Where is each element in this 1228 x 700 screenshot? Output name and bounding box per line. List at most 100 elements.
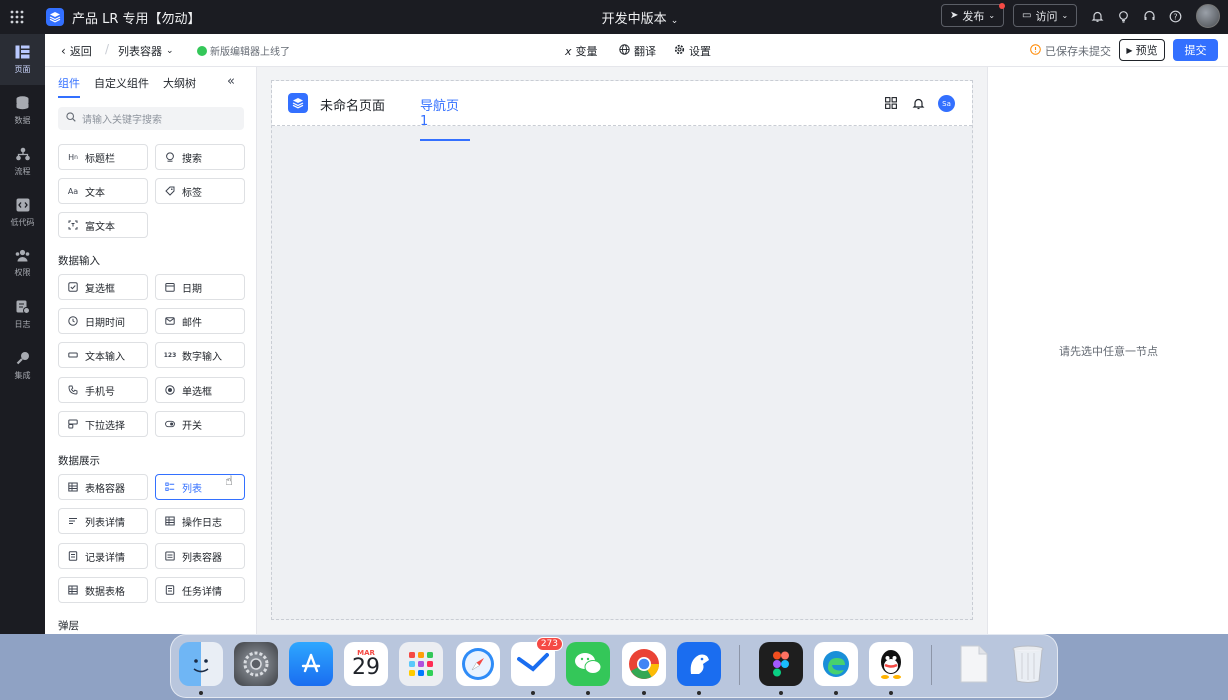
- trash-icon[interactable]: [1006, 642, 1050, 686]
- left-rail: 页面 数据 流程 低代码 权限 日志 集成: [0, 34, 45, 634]
- component-label: 标题栏: [85, 153, 115, 165]
- component-phone[interactable]: 手机号: [58, 377, 148, 403]
- chrome-icon[interactable]: [622, 642, 666, 686]
- apps-grid-icon[interactable]: [883, 95, 899, 111]
- app-store-icon[interactable]: [289, 642, 333, 686]
- component-list-container[interactable]: 列表容器: [155, 543, 245, 569]
- edge-icon[interactable]: [814, 642, 858, 686]
- qq-icon[interactable]: [869, 642, 913, 686]
- component-record-detail[interactable]: 记录详情: [58, 543, 148, 569]
- finder-icon[interactable]: [179, 642, 223, 686]
- task-icon: [165, 585, 175, 595]
- rail-item-integration[interactable]: 集成: [0, 340, 45, 391]
- component-tag[interactable]: 标签: [155, 178, 245, 204]
- select-icon: [68, 419, 78, 429]
- component-radio[interactable]: 单选框: [155, 377, 245, 403]
- app-logo-icon: [46, 8, 64, 26]
- component-panel: 组件 自定义组件 大纲树 « 请输入关键字搜索 Hn 标题栏 搜索 Aa 文本: [45, 67, 257, 634]
- launchpad-icon[interactable]: [399, 642, 443, 686]
- variable-button[interactable]: x 变量: [565, 43, 598, 59]
- tab-components[interactable]: 组件: [58, 75, 80, 98]
- rail-item-permission[interactable]: 权限: [0, 238, 45, 289]
- component-label: 复选框: [85, 283, 115, 295]
- tab-outline-tree[interactable]: 大纲树: [163, 75, 196, 98]
- component-date[interactable]: 日期: [155, 274, 245, 300]
- app-title[interactable]: 产品 LR 专用【勿动】: [72, 8, 201, 27]
- component-switch[interactable]: 开关: [155, 411, 245, 437]
- gear-icon: [674, 44, 685, 58]
- document-icon[interactable]: [951, 642, 995, 686]
- component-data-table[interactable]: 数据表格: [58, 577, 148, 603]
- rail-label-page: 页面: [14, 64, 31, 74]
- bell-icon[interactable]: [910, 95, 926, 111]
- headset-icon[interactable]: [1141, 8, 1157, 24]
- component-search-input[interactable]: 请输入关键字搜索: [58, 107, 244, 130]
- component-label: 搜索: [182, 153, 202, 165]
- figma-icon[interactable]: [759, 642, 803, 686]
- tab-nav-page-1[interactable]: 导航页 1: [420, 95, 470, 141]
- component-task-detail[interactable]: 任务详情: [155, 577, 245, 603]
- component-datetime[interactable]: 日期时间: [58, 308, 148, 334]
- rail-item-flow[interactable]: 流程: [0, 136, 45, 187]
- settings-button[interactable]: 设置: [674, 43, 711, 59]
- component-label: 标签: [182, 187, 202, 199]
- page-frame[interactable]: 未命名页面 导航页 1 Sa: [271, 80, 973, 620]
- list-icon: [165, 482, 175, 492]
- search-icon: [66, 112, 76, 125]
- page-selector[interactable]: 列表容器 ⌄: [118, 43, 174, 59]
- component-search[interactable]: 搜索: [155, 144, 245, 170]
- calendar-icon[interactable]: MAR 29: [344, 642, 388, 686]
- component-text[interactable]: Aa 文本: [58, 178, 148, 204]
- system-settings-icon[interactable]: [234, 642, 278, 686]
- app-grid-icon[interactable]: [0, 0, 34, 34]
- editor-window: ‹ 返回 / 列表容器 ⌄ 新版编辑器上线了 x 变量 翻译 设置 已保存未提交…: [45, 34, 1228, 634]
- visit-label: 访问: [1035, 9, 1058, 23]
- component-label: 列表详情: [85, 517, 125, 529]
- component-number-input[interactable]: 123 数字输入: [155, 342, 245, 368]
- collapse-panel-icon[interactable]: «: [227, 74, 235, 89]
- tab-custom-components[interactable]: 自定义组件: [94, 75, 149, 98]
- mail-app-icon[interactable]: 273: [511, 637, 563, 686]
- wechat-icon[interactable]: [566, 642, 610, 686]
- rail-item-data[interactable]: 数据: [0, 85, 45, 136]
- translate-button[interactable]: 翻译: [619, 43, 656, 59]
- feishu-bird-icon[interactable]: [677, 642, 721, 686]
- safari-icon[interactable]: [456, 642, 500, 686]
- component-text-input[interactable]: 文本输入: [58, 342, 148, 368]
- design-canvas[interactable]: 未命名页面 导航页 1 Sa: [257, 67, 987, 634]
- component-label: 下拉选择: [85, 420, 125, 432]
- rail-label-permission: 权限: [14, 268, 31, 277]
- component-checkbox[interactable]: 复选框: [58, 274, 148, 300]
- rail-item-log[interactable]: 日志: [0, 289, 45, 340]
- lightbulb-icon[interactable]: [1115, 8, 1131, 24]
- component-select[interactable]: 下拉选择: [58, 411, 148, 437]
- rail-item-lowcode[interactable]: 低代码: [0, 187, 45, 238]
- running-indicator: [697, 691, 701, 695]
- component-table-container[interactable]: 表格容器: [58, 474, 148, 500]
- number-icon: 123: [163, 351, 177, 359]
- preview-button[interactable]: ▶ 预览: [1119, 39, 1165, 61]
- switch-icon: [165, 419, 175, 429]
- version-selector[interactable]: 开发中版本 ⌄: [540, 8, 740, 27]
- bell-icon[interactable]: [1089, 8, 1105, 24]
- rail-item-page[interactable]: 页面: [0, 34, 45, 85]
- log-icon: [16, 300, 30, 316]
- radio-icon: [165, 385, 175, 395]
- component-rich-text[interactable]: 富文本: [58, 212, 148, 238]
- component-heading[interactable]: Hn 标题栏: [58, 144, 148, 170]
- warning-icon: [1030, 44, 1041, 58]
- component-list-detail[interactable]: 列表详情: [58, 508, 148, 534]
- publish-button[interactable]: ➤ 发布 ⌄: [941, 3, 1006, 27]
- component-email[interactable]: 邮件: [155, 308, 245, 334]
- record-icon: [68, 551, 78, 561]
- list-detail-icon: [68, 516, 78, 526]
- new-editor-notice[interactable]: 新版编辑器上线了: [197, 43, 290, 58]
- user-avatar[interactable]: [1196, 4, 1220, 28]
- submit-button[interactable]: 提交: [1173, 39, 1218, 61]
- component-operation-log[interactable]: 操作日志: [155, 508, 245, 534]
- back-button[interactable]: ‹ 返回: [61, 43, 92, 59]
- help-icon[interactable]: ?: [1167, 8, 1183, 24]
- visit-button[interactable]: ▭ 访问 ⌄: [1013, 4, 1078, 27]
- page-avatar[interactable]: Sa: [938, 95, 955, 112]
- page-header[interactable]: 未命名页面 导航页 1 Sa: [272, 81, 972, 141]
